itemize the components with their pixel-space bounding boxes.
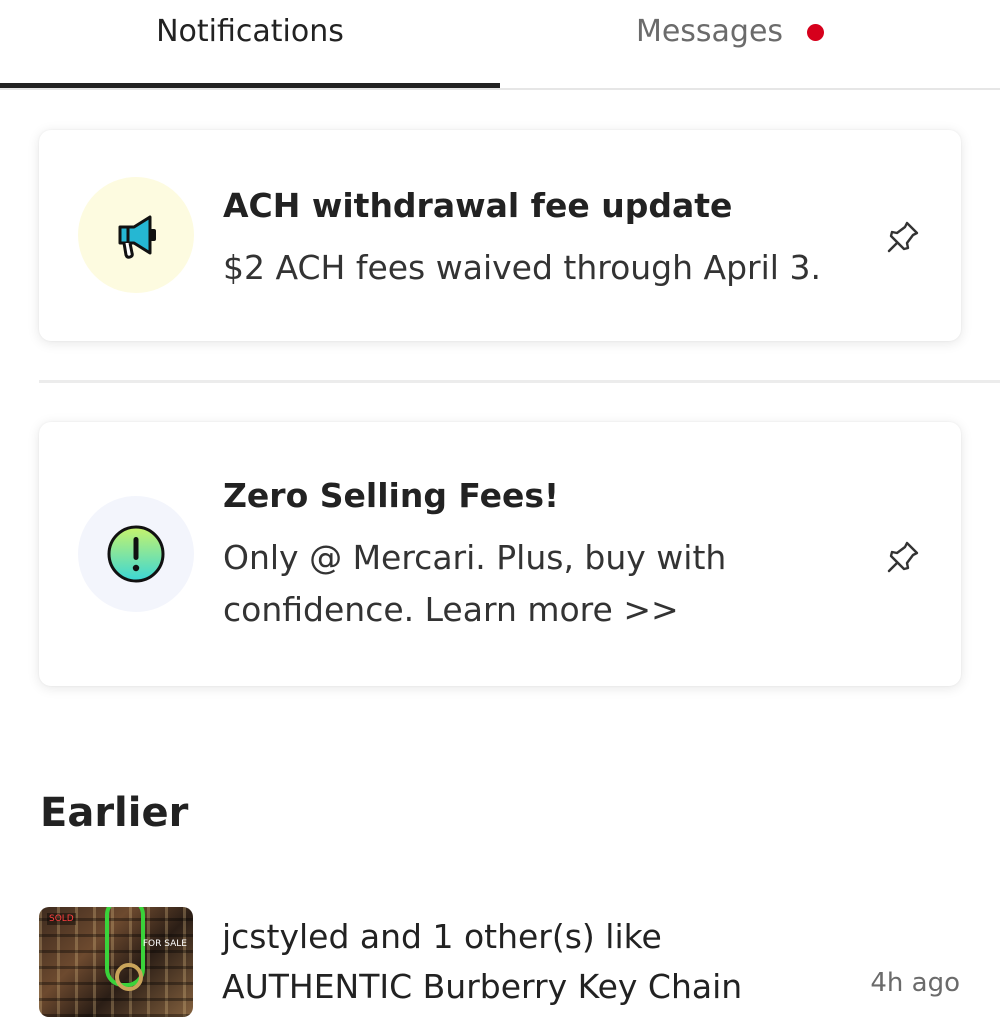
announcement-card-ach[interactable]: ACH withdrawal fee update $2 ACH fees wa… <box>39 130 961 341</box>
tab-messages[interactable]: Messages <box>480 0 980 88</box>
tab-notifications[interactable]: Notifications <box>0 0 500 88</box>
tab-messages-label: Messages <box>635 14 784 49</box>
card-body-line: Only @ Mercari. Plus, buy with <box>223 538 727 577</box>
card-title: ACH withdrawal fee update <box>223 186 733 225</box>
notification-text-line: jcstyled and 1 other(s) like <box>222 917 662 956</box>
notification-text: jcstyled and 1 other(s) like AUTHENTIC B… <box>222 912 842 1012</box>
section-title-earlier: Earlier <box>40 790 189 836</box>
pin-icon[interactable] <box>883 217 923 257</box>
tab-notifications-label: Notifications <box>156 14 344 49</box>
active-tab-indicator <box>0 83 500 88</box>
card-title: Zero Selling Fees! <box>223 476 560 515</box>
learn-more-link[interactable]: confidence. Learn more >> <box>223 584 823 636</box>
card-body: Only @ Mercari. Plus, buy with confidenc… <box>223 532 823 636</box>
item-thumbnail: SOLD FOR SALE <box>39 907 193 1017</box>
exclamation-icon <box>107 525 165 583</box>
list-item[interactable]: SOLD FOR SALE jcstyled and 1 other(s) li… <box>0 900 1000 1017</box>
pin-icon[interactable] <box>883 537 923 577</box>
announcement-icon-badge <box>78 496 194 612</box>
thumbnail-sold-label: SOLD <box>47 913 76 925</box>
tab-bar: Notifications Messages <box>0 0 1000 90</box>
announcement-card-zero-fees[interactable]: Zero Selling Fees! Only @ Mercari. Plus,… <box>39 422 961 686</box>
announcement-icon-badge <box>78 177 194 293</box>
notification-text-line: AUTHENTIC Burberry Key Chain <box>222 967 743 1006</box>
notification-timestamp: 4h ago <box>870 968 960 998</box>
megaphone-icon <box>118 215 156 259</box>
unread-dot <box>807 24 825 41</box>
section-divider <box>39 380 1000 383</box>
card-body: $2 ACH fees waived through April 3. <box>223 248 821 287</box>
thumbnail-ring <box>115 963 143 991</box>
thumbnail-forsale-label: FOR SALE <box>142 939 187 949</box>
